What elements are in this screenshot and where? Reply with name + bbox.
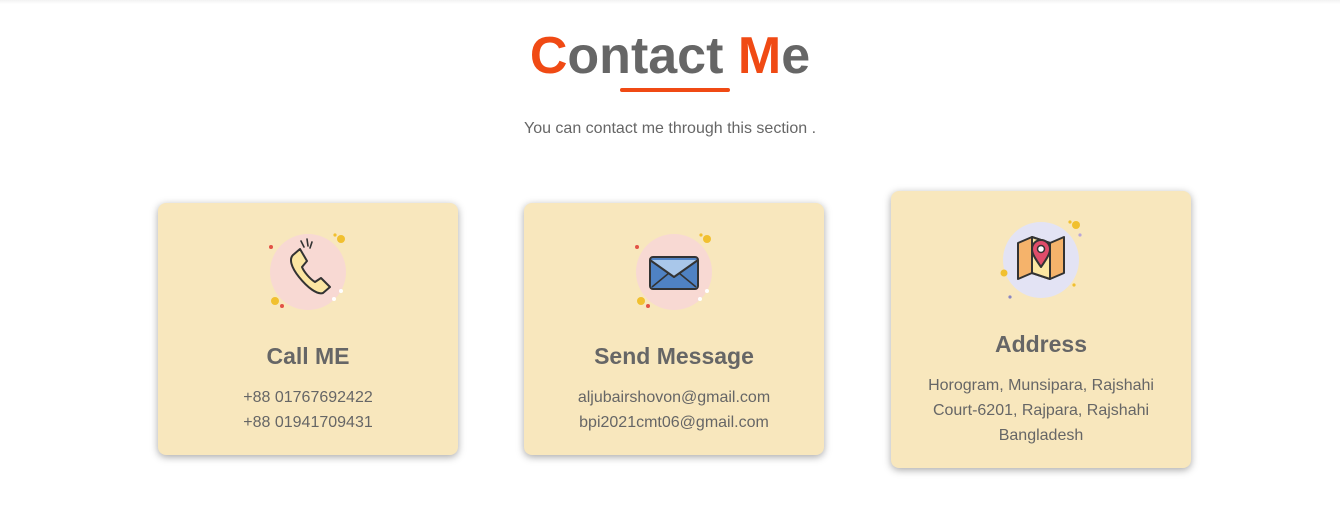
title-text-part-1: ontact xyxy=(567,27,738,85)
call-card: Call ME +88 01767692422 +88 01941709431 xyxy=(158,203,458,455)
top-divider xyxy=(0,0,1340,4)
card-title: Send Message xyxy=(594,343,754,369)
address-card: Address Horogram, Munsipara, Rajshahi Co… xyxy=(891,191,1191,468)
envelope-icon xyxy=(629,227,719,317)
card-title: Call ME xyxy=(266,343,350,369)
address-lines: Horogram, Munsipara, Rajshahi Court-6201… xyxy=(891,373,1191,448)
email-address-1[interactable]: aljubairshovon@gmail.com xyxy=(524,385,824,410)
contact-section: Contact Me You can contact me through th… xyxy=(0,0,1340,511)
email-address-2[interactable]: bpi2021cmt06@gmail.com xyxy=(524,410,824,435)
phone-number-1[interactable]: +88 01767692422 xyxy=(158,385,458,410)
phone-icon xyxy=(263,227,353,317)
map-pin-icon xyxy=(996,215,1086,305)
title-accent-letter-m: M xyxy=(737,27,782,85)
address-line-3: Bangladesh xyxy=(998,427,1084,444)
title-accent-letter-c: C xyxy=(529,27,568,85)
title-text-part-2: e xyxy=(781,27,811,85)
title-underline xyxy=(620,88,730,92)
address-line-2: Court-6201, Rajpara, Rajshahi xyxy=(932,402,1150,419)
email-addresses: aljubairshovon@gmail.com bpi2021cmt06@gm… xyxy=(524,385,824,435)
phone-numbers: +88 01767692422 +88 01941709431 xyxy=(158,385,458,435)
section-title: Contact Me xyxy=(0,26,1340,86)
address-line-1: Horogram, Munsipara, Rajshahi xyxy=(928,377,1154,394)
message-card: Send Message aljubairshovon@gmail.com bp… xyxy=(524,203,824,455)
section-subtitle: You can contact me through this section … xyxy=(523,120,817,137)
card-title: Address xyxy=(994,331,1088,357)
phone-number-2[interactable]: +88 01941709431 xyxy=(158,410,458,435)
